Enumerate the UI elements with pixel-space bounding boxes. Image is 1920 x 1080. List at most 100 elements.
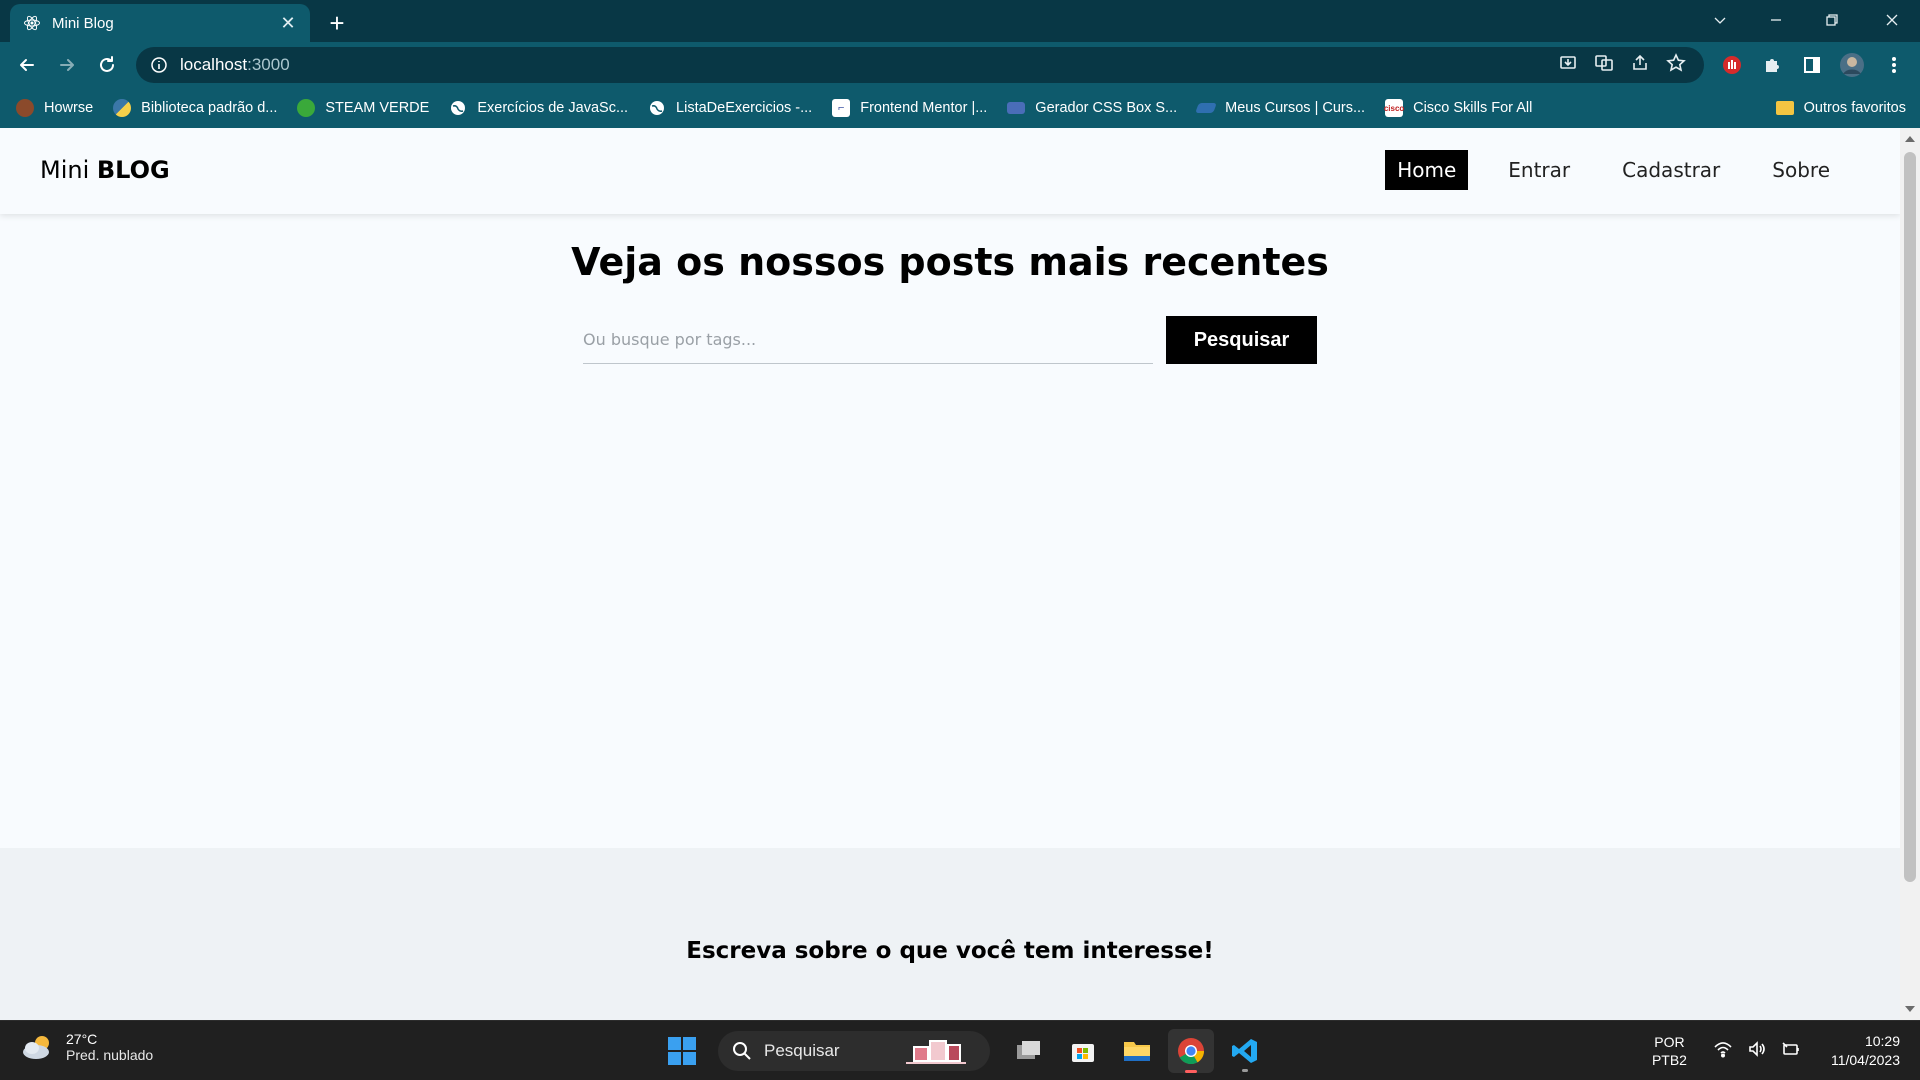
bookmark-lista-exercicios[interactable]: ListaDeExercicios -... (648, 99, 812, 117)
extensions-puzzle-icon[interactable] (1758, 51, 1786, 79)
side-panel-icon[interactable] (1798, 51, 1826, 79)
search-icon (733, 1042, 751, 1060)
file-explorer-icon[interactable] (1114, 1029, 1160, 1073)
site-brand[interactable]: Mini BLOG (40, 156, 170, 184)
taskbar-apps: Pesquisar (660, 1029, 1272, 1073)
tab-mini-blog[interactable]: Mini Blog ✕ (10, 4, 310, 42)
chrome-menu-icon[interactable] (1880, 51, 1908, 79)
bookmark-label: Gerador CSS Box S... (1035, 100, 1178, 116)
globe-icon (449, 99, 467, 117)
css-generator-icon (1007, 102, 1026, 114)
weather-condition: Pred. nublado (66, 1047, 154, 1063)
bookmark-exercicios-js[interactable]: Exercícios de JavaSc... (449, 99, 628, 117)
taskbar-search-label: Pesquisar (764, 1041, 840, 1060)
site-footer: Escreva sobre o que você tem interesse! (0, 848, 1900, 1020)
tab-search-chevron-icon[interactable] (1692, 0, 1748, 40)
input-language[interactable]: POR PTB2 (1652, 1033, 1687, 1069)
bookmark-star-icon[interactable] (1666, 52, 1686, 78)
steam-icon (297, 99, 316, 117)
frontend-mentor-icon: ⌐ (832, 99, 851, 117)
scroll-thumb[interactable] (1904, 152, 1916, 882)
page-scrollbar[interactable] (1900, 128, 1920, 1020)
bookmark-gerador-css[interactable]: Gerador CSS Box S... (1007, 100, 1177, 116)
bookmark-label: Howrse (44, 100, 94, 116)
search-form: Pesquisar (583, 316, 1317, 366)
vscode-icon[interactable] (1222, 1029, 1268, 1073)
clock-date: 11/04/2023 (1830, 1052, 1900, 1068)
url-host: localhost (180, 55, 248, 74)
folder-icon (1775, 101, 1794, 115)
close-tab-icon[interactable]: ✕ (278, 13, 298, 33)
bookmark-label: Meus Cursos | Curs... (1225, 100, 1366, 116)
clock-time: 10:29 (1864, 1033, 1900, 1049)
brand-light: Mini (40, 156, 97, 184)
cisco-icon: cisco (1384, 99, 1404, 117)
page-title: Veja os nossos posts mais recentes (571, 240, 1329, 284)
bookmark-meus-cursos[interactable]: Meus Cursos | Curs... (1195, 100, 1366, 116)
bookmark-label: Biblioteca padrão d... (141, 100, 278, 116)
bookmark-howrse[interactable]: Howrse (16, 99, 93, 117)
bookmark-label: Frontend Mentor |... (860, 100, 988, 116)
bookmark-label: Cisco Skills For All (1413, 100, 1533, 116)
bookmark-steam-verde[interactable]: STEAM VERDE (297, 99, 429, 117)
browser-tab-strip: Mini Blog ✕ + (0, 0, 1920, 42)
horse-icon (16, 99, 34, 117)
bookmark-frontend-mentor[interactable]: ⌐ Frontend Mentor |... (832, 99, 987, 117)
install-app-icon[interactable] (1558, 53, 1578, 78)
scroll-up-arrow-icon[interactable] (1905, 136, 1915, 142)
microsoft-store-icon[interactable] (1060, 1029, 1106, 1073)
minimize-button[interactable] (1748, 0, 1804, 40)
system-tray: POR PTB2 10:29 11/04/2023 (1652, 1021, 1920, 1080)
nav-entrar[interactable]: Entrar (1496, 150, 1582, 190)
bookmark-cisco-skills[interactable]: cisco Cisco Skills For All (1384, 99, 1533, 117)
address-bar[interactable]: localhost:3000 (136, 47, 1704, 83)
python-icon (113, 99, 132, 117)
browser-toolbar: localhost:3000 (0, 42, 1920, 88)
restore-button[interactable] (1804, 0, 1860, 40)
reload-button[interactable] (92, 50, 122, 80)
language-code: POR (1654, 1034, 1685, 1050)
bookmark-folder-label: Outros favoritos (1803, 100, 1906, 116)
taskbar-search[interactable]: Pesquisar (718, 1031, 990, 1071)
bookmark-label: Exercícios de JavaSc... (477, 100, 629, 116)
running-indicator (1185, 1070, 1197, 1073)
scroll-down-arrow-icon[interactable] (1905, 1006, 1915, 1012)
share-icon[interactable] (1630, 53, 1650, 78)
keyboard-layout: PTB2 (1651, 1052, 1687, 1068)
bookmark-python-docs[interactable]: Biblioteca padrão d... (113, 99, 277, 117)
wifi-icon[interactable] (1713, 1040, 1733, 1063)
extension-red-hand-icon[interactable] (1718, 51, 1746, 79)
forward-button[interactable] (52, 50, 82, 80)
nav-home[interactable]: Home (1385, 150, 1469, 190)
tab-title: Mini Blog (52, 14, 114, 32)
profile-avatar[interactable] (1838, 51, 1866, 79)
weather-widget[interactable]: 27°C Pred. nublado (20, 1031, 153, 1063)
footer-tagline: Escreva sobre o que você tem interesse! (686, 938, 1214, 964)
windows-taskbar: 27°C Pred. nublado Pesquisar POR PTB2 10… (0, 1020, 1920, 1080)
translate-icon[interactable] (1594, 53, 1614, 78)
system-clock[interactable]: 10:29 11/04/2023 (1831, 1032, 1900, 1070)
windows-start-icon[interactable] (660, 1029, 704, 1073)
running-indicator (1242, 1069, 1248, 1072)
close-window-button[interactable] (1864, 0, 1920, 40)
site-info-icon[interactable] (150, 56, 168, 74)
react-icon (22, 13, 42, 33)
chrome-icon[interactable] (1168, 1029, 1214, 1073)
battery-icon[interactable] (1781, 1040, 1801, 1063)
weather-temp: 27°C (66, 1031, 98, 1047)
search-button[interactable]: Pesquisar (1166, 316, 1317, 364)
new-tab-button[interactable]: + (322, 8, 352, 38)
task-view-icon[interactable] (1006, 1029, 1052, 1073)
bookmark-label: ListaDeExercicios -... (676, 100, 813, 116)
back-button[interactable] (12, 50, 42, 80)
bookmarks-bar: Howrse Biblioteca padrão d... STEAM VERD… (0, 88, 1920, 128)
globe-icon (648, 99, 666, 117)
site-navbar: Mini BLOG Home Entrar Cadastrar Sobre (0, 128, 1900, 214)
brand-bold: BLOG (96, 156, 170, 184)
nav-sobre[interactable]: Sobre (1760, 150, 1842, 190)
bookmark-folder-outros-favoritos[interactable]: Outros favoritos (1775, 88, 1906, 128)
graduation-cap-icon (1195, 103, 1217, 113)
volume-icon[interactable] (1747, 1040, 1767, 1063)
tag-search-input[interactable] (583, 316, 1153, 364)
nav-cadastrar[interactable]: Cadastrar (1610, 150, 1732, 190)
